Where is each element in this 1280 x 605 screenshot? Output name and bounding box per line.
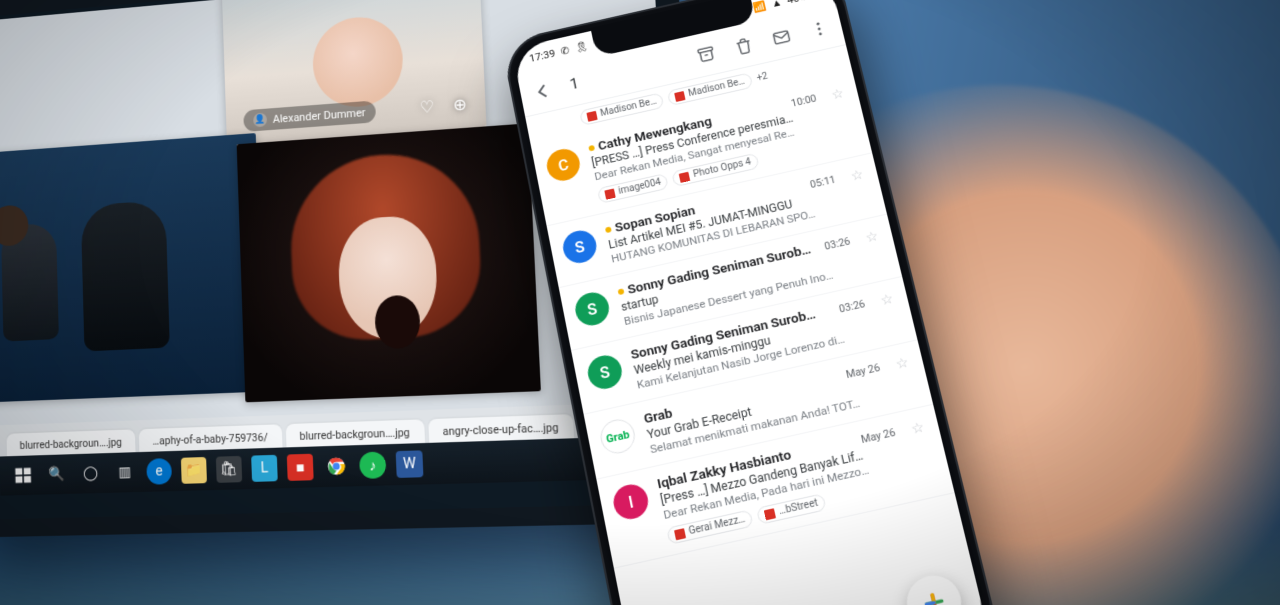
user-icon: 👤 bbox=[253, 113, 267, 128]
selection-count: 1 bbox=[568, 74, 581, 94]
file-icon bbox=[679, 171, 691, 182]
word-icon[interactable]: W bbox=[396, 450, 424, 478]
star-icon[interactable]: ☆ bbox=[894, 355, 910, 373]
signal-icon: 📶 bbox=[752, 0, 767, 14]
status-time: 17:39 bbox=[528, 47, 556, 64]
file-icon bbox=[586, 110, 597, 121]
sender-avatar[interactable]: S bbox=[585, 352, 625, 392]
wifi-icon: ▲ bbox=[770, 0, 783, 9]
sender-avatar[interactable]: I bbox=[611, 481, 651, 522]
sender-avatar[interactable]: S bbox=[573, 289, 612, 328]
back-icon[interactable] bbox=[530, 79, 555, 103]
photo-scene: 👤 Alexander Dummer ♡ ⊕ bbox=[0, 0, 1280, 605]
sender-avatar[interactable]: S bbox=[560, 228, 599, 267]
mail-icon[interactable] bbox=[769, 25, 794, 49]
overflow-icon[interactable] bbox=[806, 16, 831, 40]
archive-icon[interactable] bbox=[694, 42, 719, 66]
app-icon[interactable]: ■ bbox=[287, 454, 314, 481]
sender-avatar[interactable]: Grab bbox=[598, 416, 638, 456]
chrome-icon[interactable] bbox=[323, 453, 350, 480]
whatsapp-icon: ✆ bbox=[559, 44, 570, 57]
notification-icon: 🎗 bbox=[574, 40, 589, 54]
app-icon[interactable]: L bbox=[251, 455, 278, 482]
file-icon bbox=[764, 508, 776, 520]
star-icon[interactable]: ☆ bbox=[830, 86, 845, 103]
unread-indicator bbox=[605, 227, 612, 234]
star-icon[interactable]: ☆ bbox=[910, 419, 926, 437]
search-icon[interactable]: 🔍 bbox=[44, 461, 69, 487]
unread-indicator bbox=[588, 145, 595, 152]
store-icon[interactable]: 🛍 bbox=[216, 456, 242, 483]
like-icon[interactable]: ♡ bbox=[419, 97, 434, 117]
add-icon[interactable]: ⊕ bbox=[453, 94, 468, 114]
cortana-icon[interactable]: ◯ bbox=[78, 460, 103, 486]
edge-icon[interactable]: e bbox=[146, 458, 172, 485]
overflow-count: +2 bbox=[756, 71, 769, 83]
battery-text: 46% bbox=[786, 0, 808, 6]
file-icon bbox=[674, 528, 686, 540]
start-icon[interactable] bbox=[11, 462, 36, 488]
gallery-photo-scream[interactable] bbox=[237, 123, 541, 402]
gallery-photo-baby[interactable]: 👤 Alexander Dummer ♡ ⊕ bbox=[221, 0, 486, 145]
unread-indicator bbox=[618, 289, 625, 296]
spotify-icon[interactable]: ♪ bbox=[359, 451, 387, 478]
file-icon bbox=[604, 188, 615, 199]
star-icon[interactable]: ☆ bbox=[879, 291, 895, 309]
author-name: Alexander Dummer bbox=[273, 106, 366, 126]
file-explorer-icon[interactable]: 📁 bbox=[181, 457, 207, 484]
star-icon[interactable]: ☆ bbox=[849, 167, 865, 184]
star-icon[interactable]: ☆ bbox=[864, 229, 880, 247]
inbox-list[interactable]: CCathy Mewengkang10:00[PRESS …] Press Co… bbox=[531, 72, 990, 605]
delete-icon[interactable] bbox=[731, 33, 756, 57]
gallery-photo-restaurant[interactable] bbox=[0, 133, 265, 403]
file-icon bbox=[674, 90, 685, 101]
task-view-icon[interactable]: ▥ bbox=[112, 459, 138, 486]
sender-avatar[interactable]: C bbox=[544, 146, 582, 184]
